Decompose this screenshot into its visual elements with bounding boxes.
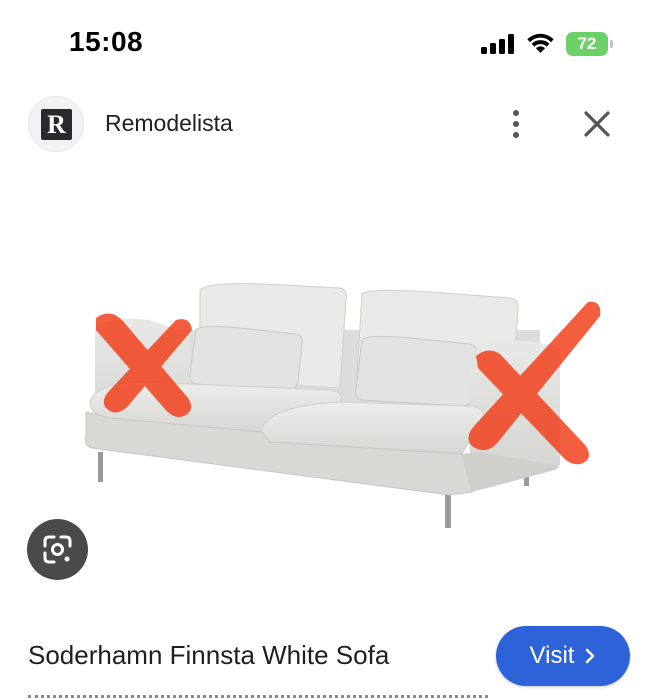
- source-logo[interactable]: R: [28, 96, 84, 152]
- pillow-left: [189, 325, 303, 391]
- lens-search-icon: [43, 535, 72, 564]
- truncated-subtext: [28, 693, 488, 700]
- battery-cap: [610, 40, 613, 48]
- chevron-right-icon: [586, 648, 595, 664]
- visit-button[interactable]: Visit: [496, 626, 630, 686]
- lens-search-button[interactable]: [27, 519, 88, 580]
- more-dot: [513, 132, 519, 138]
- more-dot: [513, 121, 519, 127]
- status-time: 15:08: [69, 26, 144, 57]
- product-image[interactable]: [0, 170, 658, 610]
- more-vert-icon: [513, 110, 519, 116]
- more-options-button[interactable]: [500, 104, 532, 144]
- wifi-icon: [527, 33, 554, 53]
- visit-button-label: Visit: [529, 642, 575, 669]
- pillow-right: [355, 335, 477, 407]
- battery-indicator: 72: [566, 32, 614, 56]
- cellular-signal-icon: [481, 34, 514, 54]
- subtext-cutoff: [28, 695, 488, 700]
- logo-letter: R: [41, 109, 72, 140]
- battery-level: 72: [577, 34, 597, 53]
- close-icon[interactable]: [580, 107, 614, 141]
- product-title[interactable]: Soderhamn Finnsta White Sofa: [28, 640, 389, 671]
- source-name[interactable]: Remodelista: [105, 110, 233, 137]
